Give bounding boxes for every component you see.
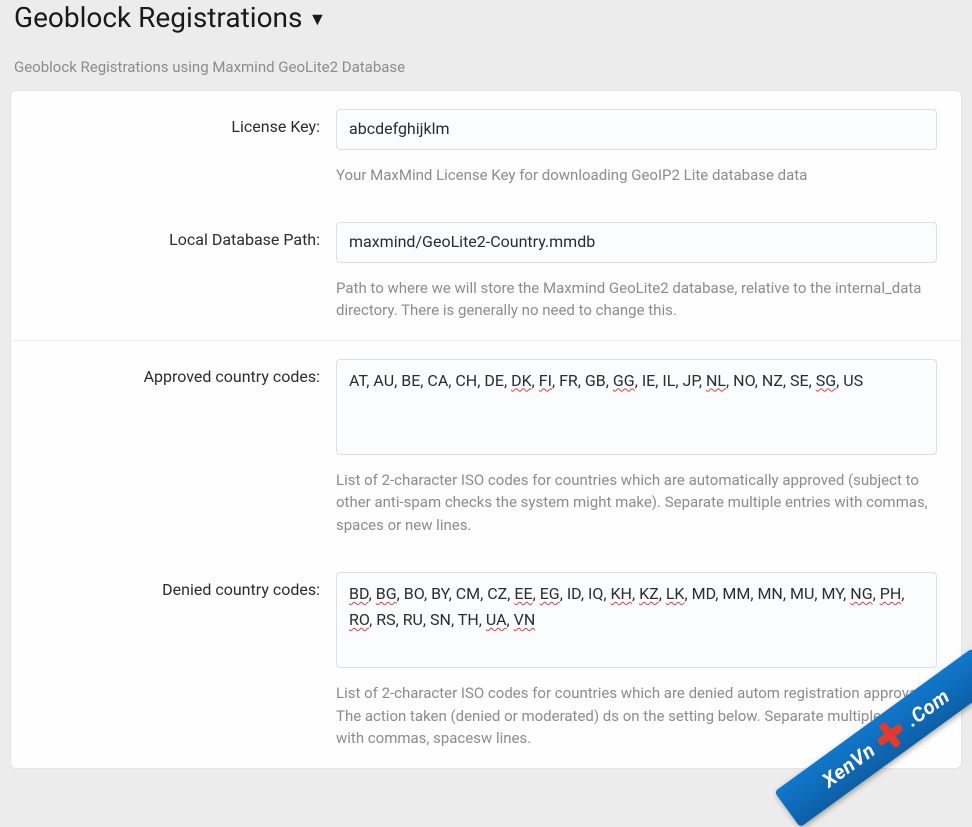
denied-codes-input[interactable]: BD, BG, BO, BY, CM, CZ, EE, EG, ID, IQ, … (336, 572, 937, 668)
caret-down-icon: ▼ (308, 11, 326, 29)
page-title[interactable]: Geoblock Registrations ▼ (14, 0, 958, 36)
row-license-key: License Key: Your MaxMind License Key fo… (11, 91, 961, 204)
row-db-path: Local Database Path: Path to where we wi… (11, 204, 961, 339)
page-subtitle: Geoblock Registrations using Maxmind Geo… (14, 58, 958, 76)
license-key-label: License Key: (11, 109, 336, 186)
db-path-label: Local Database Path: (11, 222, 336, 321)
row-denied-codes: Denied country codes: BD, BG, BO, BY, CM… (11, 554, 961, 768)
approved-codes-input[interactable]: AT, AU, BE, CA, CH, DE, DK, FI, FR, GB, … (336, 359, 937, 455)
db-path-help: Path to where we will store the Maxmind … (336, 277, 937, 322)
page-title-text: Geoblock Registrations (14, 0, 302, 36)
settings-panel: License Key: Your MaxMind License Key fo… (10, 90, 962, 768)
license-key-help: Your MaxMind License Key for downloading… (336, 164, 937, 187)
db-path-input[interactable] (336, 222, 937, 262)
plus-icon (871, 715, 910, 754)
approved-codes-help: List of 2-character ISO codes for countr… (336, 469, 937, 537)
approved-codes-label: Approved country codes: (11, 359, 336, 537)
row-approved-codes: Approved country codes: AT, AU, BE, CA, … (11, 340, 961, 555)
license-key-input[interactable] (336, 109, 937, 149)
denied-codes-label: Denied country codes: (11, 572, 336, 750)
